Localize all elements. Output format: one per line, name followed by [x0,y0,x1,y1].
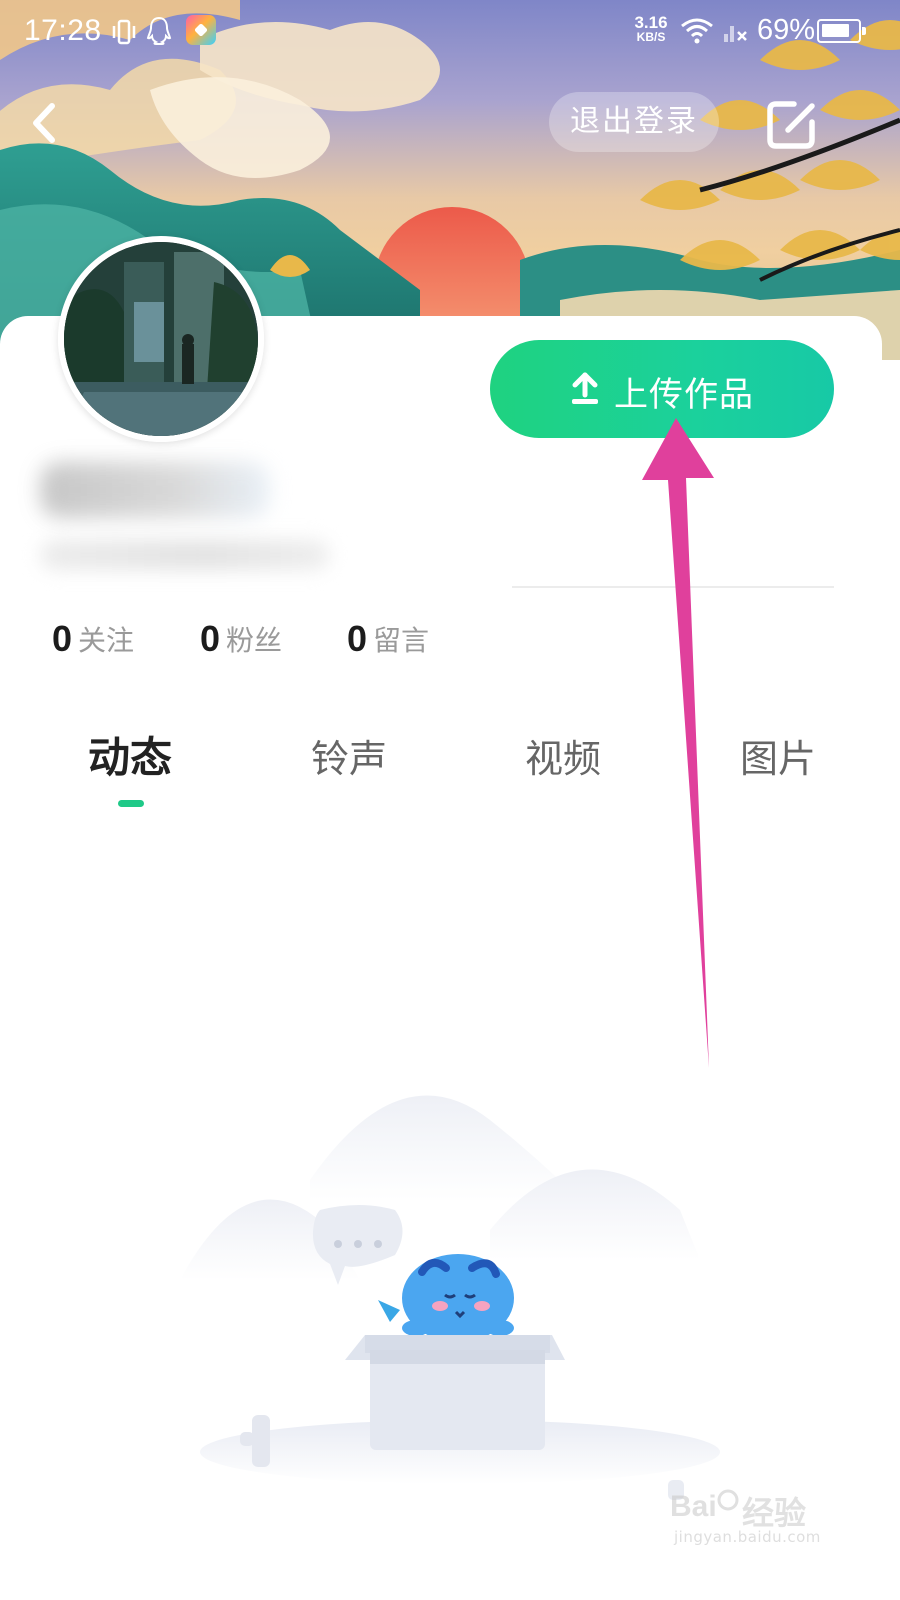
network-speed-value: 3.16 [634,13,668,32]
battery-icon [817,19,866,43]
messages-label: 留言 [373,624,430,657]
tab-feed[interactable]: 动态 [88,724,172,785]
status-time: 17:28 [24,14,102,47]
watermark-url: jingyan.baidu.com [674,1528,821,1546]
upload-icon [572,372,598,404]
app-notification-icon [186,15,216,45]
tab-ringtones[interactable]: 铃声 [311,728,387,783]
upload-works-label: 上传作品 [614,375,754,415]
blurred-user-info [40,540,330,570]
active-tab-indicator [118,800,144,807]
vibrate-icon [112,19,136,45]
signal-icon [724,26,747,42]
status-bar: 17:28 3.16 KB/S 69% [0,0,900,64]
logout-button[interactable]: 退出登录 [549,92,719,152]
following-label: 关注 [78,624,135,657]
edit-profile-button[interactable] [762,94,822,154]
divider [512,586,834,588]
stat-followers[interactable]: 0 粉丝 [200,618,282,660]
messages-count: 0 [347,618,368,659]
followers-label: 粉丝 [226,624,283,657]
avatar[interactable] [58,236,264,442]
baidu-watermark: Bai 经验 jingyan.baidu.com [670,1478,840,1548]
empty-state-illustration [180,1095,720,1500]
battery-percent: 69% [757,14,816,46]
tab-videos[interactable]: 视频 [525,728,601,783]
blurred-username [40,462,270,518]
network-speed-unit: KB/S [636,30,666,44]
upload-works-button[interactable]: 上传作品 [490,340,834,438]
tab-images[interactable]: 图片 [740,728,816,783]
back-button[interactable] [22,98,66,148]
stat-messages[interactable]: 0 留言 [347,618,429,660]
qq-icon [146,16,172,45]
avatar-image [64,242,258,436]
baidu-paw-logo: Bai [670,1489,739,1523]
followers-count: 0 [200,618,221,659]
svg-text:Bai: Bai [670,1490,717,1523]
wifi-icon [681,18,713,44]
following-count: 0 [52,618,73,659]
content-tabs: 动态 铃声 视频 图片 [0,720,882,820]
stat-following[interactable]: 0 关注 [52,618,134,660]
network-speed: 3.16 KB/S [628,14,674,43]
